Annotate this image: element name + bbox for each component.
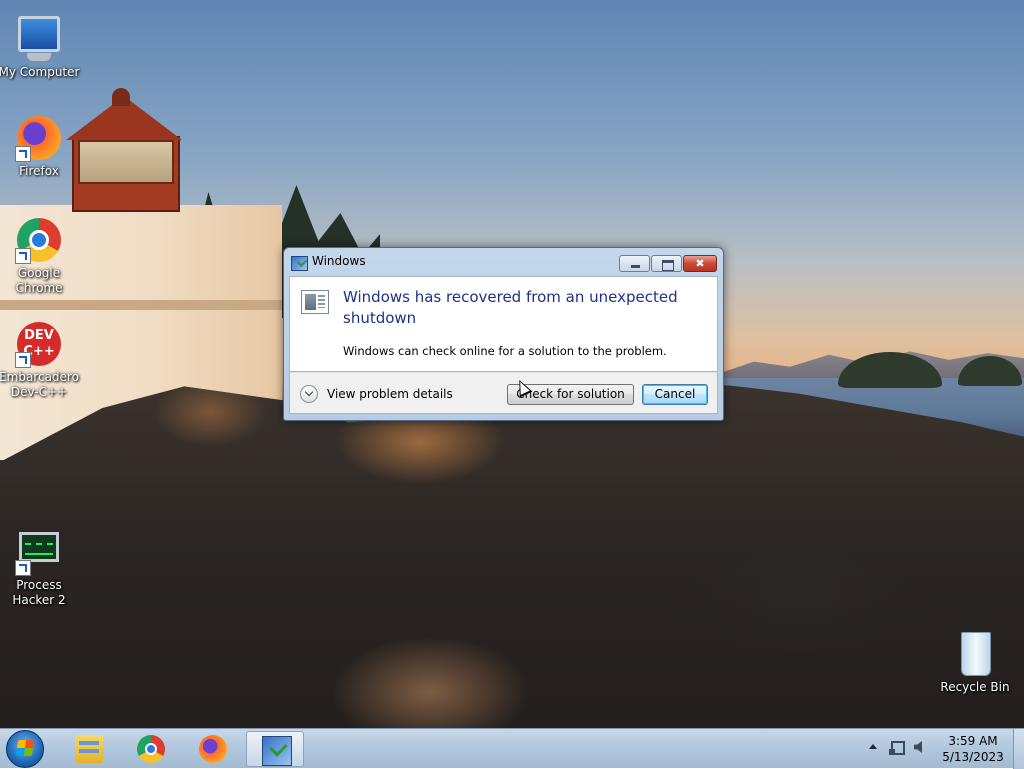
wallpaper-lighthouse-window: [78, 140, 174, 184]
desktop-icon-label: Google Chrome: [15, 266, 63, 295]
windows-recovery-dialog: Windows Windows has recovered from an un…: [283, 247, 724, 421]
taskbar-clock[interactable]: 3:59 AM 5/13/2023: [934, 733, 1012, 765]
firefox-icon-frame: [15, 114, 63, 162]
report-icon: [301, 290, 329, 314]
windows-explorer-icon: [75, 735, 103, 763]
maximize-button[interactable]: [651, 255, 682, 272]
desktop-icon-label: Process Hacker 2: [12, 578, 66, 607]
content-text: Windows can check online for a solution …: [343, 344, 667, 358]
chrome-icon-frame: [15, 216, 63, 264]
dialog-title: Windows: [312, 254, 366, 268]
main-instruction: Windows has recovered from an unexpected…: [343, 288, 678, 327]
desktop-icon-firefox[interactable]: Firefox: [0, 114, 81, 179]
shortcut-arrow-icon: [15, 560, 31, 576]
minimize-button[interactable]: [619, 255, 650, 272]
cancel-button[interactable]: Cancel: [642, 384, 708, 405]
desktop-icon-process-hacker[interactable]: Process Hacker 2: [0, 528, 81, 608]
desktop-icon-label: Recycle Bin: [940, 680, 1010, 694]
clock-time: 3:59 AM: [948, 734, 998, 748]
taskbar-chrome[interactable]: [122, 731, 180, 767]
clock-date: 5/13/2023: [942, 750, 1004, 764]
chevron-down-icon[interactable]: [300, 385, 318, 403]
shortcut-arrow-icon: [15, 146, 31, 162]
process-hacker-icon: [19, 532, 59, 562]
show-hidden-icons-button[interactable]: [869, 744, 877, 749]
recycle-bin-icon: [961, 632, 991, 676]
desktop-icon-label: Embarcadero Dev-C++: [0, 370, 79, 399]
shortcut-arrow-icon: [15, 248, 31, 264]
close-button[interactable]: [683, 255, 717, 272]
network-icon[interactable]: [889, 741, 905, 755]
taskbar-firefox[interactable]: [184, 731, 242, 767]
volume-icon[interactable]: [914, 741, 922, 753]
desktop-icon-label: Firefox: [19, 164, 59, 178]
chrome-icon: [137, 735, 165, 763]
wallpaper-lighthouse-cap: [112, 88, 130, 106]
computer-icon: [18, 16, 60, 52]
desktop-icon-dev-cpp[interactable]: DEV C++ Embarcadero Dev-C++: [0, 320, 81, 400]
firefox-icon: [199, 735, 227, 763]
wallpaper-rocks: [0, 379, 1024, 728]
desktop-icon-recycle-bin[interactable]: Recycle Bin: [933, 630, 1017, 695]
desktop-icon-my-computer[interactable]: My Computer: [0, 10, 81, 80]
problem-reporting-icon: [291, 256, 308, 271]
process-hacker-icon-frame: [15, 528, 63, 576]
taskbar-problem-reporting[interactable]: [246, 731, 304, 767]
taskbar-windows-explorer[interactable]: [60, 731, 118, 767]
shortcut-arrow-icon: [15, 352, 31, 368]
wallpaper-lighthouse-band: [0, 300, 282, 310]
dialog-footer: View problem details Check for solution …: [289, 372, 718, 414]
dialog-content: Windows has recovered from an unexpected…: [289, 276, 718, 372]
show-desktop-button[interactable]: [1013, 729, 1024, 769]
view-details-link[interactable]: View problem details: [327, 387, 453, 401]
dialog-title-bar[interactable]: Windows: [284, 248, 723, 276]
computer-stand: [27, 53, 51, 61]
recycle-bin-icon-frame: [951, 630, 999, 678]
start-button[interactable]: [6, 730, 44, 768]
devcpp-icon-frame: DEV C++: [15, 320, 63, 368]
problem-reporting-icon: [262, 736, 292, 766]
desktop-icon-label: My Computer: [0, 65, 80, 79]
desktop-icon-google-chrome[interactable]: Google Chrome: [0, 216, 81, 296]
taskbar: 3:59 AM 5/13/2023: [0, 728, 1024, 769]
